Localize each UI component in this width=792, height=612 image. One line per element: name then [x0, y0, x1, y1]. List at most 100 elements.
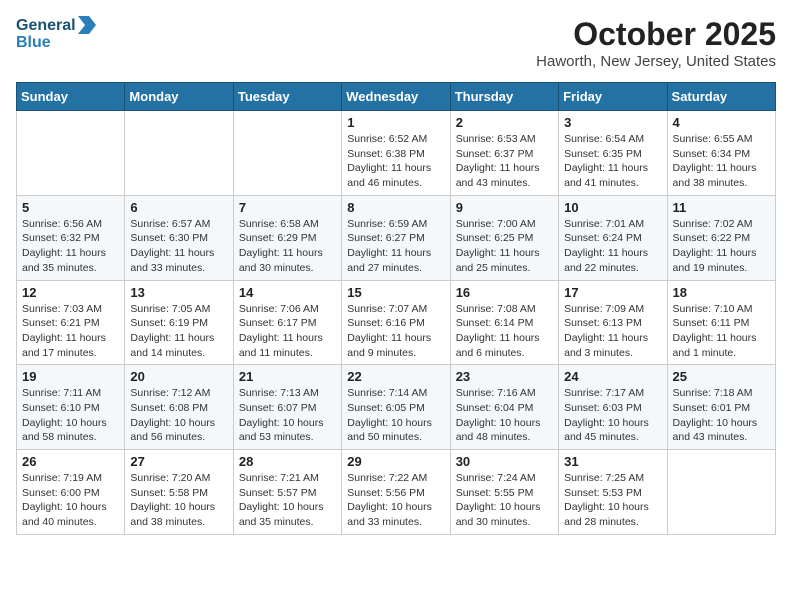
logo-icon [78, 16, 96, 34]
logo-blue: Blue [16, 33, 96, 52]
calendar-cell: 8 Sunrise: 6:59 AM Sunset: 6:27 PM Daylig… [342, 195, 450, 280]
calendar-cell: 21Sunrise: 7:13 AM Sunset: 6:07 PM Dayli… [233, 365, 341, 450]
calendar-week-1: 1Sunrise: 6:52 AM Sunset: 6:38 PM Daylig… [17, 111, 776, 196]
day-number: 23 [456, 369, 553, 384]
day-number: 21 [239, 369, 336, 384]
day-number: 13 [130, 285, 227, 300]
day-number: 30 [456, 454, 553, 469]
day-number: 15 [347, 285, 444, 300]
calendar-cell [125, 111, 233, 196]
calendar-cell: 15 Sunrise: 7:07 AM Sunset: 6:16 PM Dayli… [342, 280, 450, 365]
calendar-cell: 23 Sunrise: 7:16 AM Sunset: 6:04 PM Dayli… [450, 365, 558, 450]
day-detail: Sunrise: 7:16 AM Sunset: 6:04 PM Dayligh… [456, 386, 553, 445]
day-number: 25 [673, 369, 770, 384]
calendar-cell: 10 Sunrise: 7:01 AM Sunset: 6:24 PM Dayli… [559, 195, 667, 280]
calendar-cell: 7 Sunrise: 6:58 AM Sunset: 6:29 PM Daylig… [233, 195, 341, 280]
page-subtitle: Haworth, New Jersey, United States [536, 53, 776, 70]
day-detail: Sunrise: 7:00 AM Sunset: 6:25 PM Dayligh… [456, 217, 553, 276]
day-header-friday: Friday [559, 83, 667, 111]
calendar-cell: 17 Sunrise: 7:09 AM Sunset: 6:13 PM Dayli… [559, 280, 667, 365]
day-detail: Sunrise: 7:08 AM Sunset: 6:14 PM Dayligh… [456, 302, 553, 361]
calendar-cell: 9 Sunrise: 7:00 AM Sunset: 6:25 PM Daylig… [450, 195, 558, 280]
day-detail: Sunrise: 7:12 AM Sunset: 6:08 PM Dayligh… [130, 386, 227, 445]
calendar-cell: 30Sunrise: 7:24 AM Sunset: 5:55 PM Dayli… [450, 450, 558, 535]
day-detail: Sunrise: 7:19 AM Sunset: 6:00 PM Dayligh… [22, 471, 119, 530]
calendar-cell: 26 Sunrise: 7:19 AM Sunset: 6:00 PM Dayli… [17, 450, 125, 535]
day-number: 24 [564, 369, 661, 384]
day-detail: Sunrise: 7:01 AM Sunset: 6:24 PM Dayligh… [564, 217, 661, 276]
day-number: 10 [564, 200, 661, 215]
day-detail: Sunrise: 7:20 AM Sunset: 5:58 PM Dayligh… [130, 471, 227, 530]
day-number: 17 [564, 285, 661, 300]
day-number: 2 [456, 115, 553, 130]
day-number: 5 [22, 200, 119, 215]
day-number: 29 [347, 454, 444, 469]
day-header-thursday: Thursday [450, 83, 558, 111]
calendar-cell [667, 450, 775, 535]
calendar-cell: 12Sunrise: 7:03 AM Sunset: 6:21 PM Dayli… [17, 280, 125, 365]
day-detail: Sunrise: 6:55 AM Sunset: 6:34 PM Dayligh… [673, 132, 770, 191]
logo: General Blue [16, 16, 96, 52]
day-detail: Sunrise: 7:22 AM Sunset: 5:56 PM Dayligh… [347, 471, 444, 530]
day-number: 22 [347, 369, 444, 384]
calendar-cell: 28 Sunrise: 7:21 AM Sunset: 5:57 PM Dayli… [233, 450, 341, 535]
calendar-week-4: 19Sunrise: 7:11 AM Sunset: 6:10 PM Dayli… [17, 365, 776, 450]
day-detail: Sunrise: 6:57 AM Sunset: 6:30 PM Dayligh… [130, 217, 227, 276]
day-number: 18 [673, 285, 770, 300]
calendar-cell: 1Sunrise: 6:52 AM Sunset: 6:38 PM Daylig… [342, 111, 450, 196]
day-header-monday: Monday [125, 83, 233, 111]
day-detail: Sunrise: 7:18 AM Sunset: 6:01 PM Dayligh… [673, 386, 770, 445]
page-title: October 2025 [536, 16, 776, 53]
calendar-cell: 25 Sunrise: 7:18 AM Sunset: 6:01 PM Dayli… [667, 365, 775, 450]
day-number: 26 [22, 454, 119, 469]
day-number: 7 [239, 200, 336, 215]
day-detail: Sunrise: 7:21 AM Sunset: 5:57 PM Dayligh… [239, 471, 336, 530]
calendar-cell: 13Sunrise: 7:05 AM Sunset: 6:19 PM Dayli… [125, 280, 233, 365]
day-detail: Sunrise: 6:54 AM Sunset: 6:35 PM Dayligh… [564, 132, 661, 191]
day-detail: Sunrise: 7:10 AM Sunset: 6:11 PM Dayligh… [673, 302, 770, 361]
calendar-cell: 20 Sunrise: 7:12 AM Sunset: 6:08 PM Dayli… [125, 365, 233, 450]
calendar-cell: 29 Sunrise: 7:22 AM Sunset: 5:56 PM Dayli… [342, 450, 450, 535]
calendar-header-row: SundayMondayTuesdayWednesdayThursdayFrid… [17, 83, 776, 111]
day-detail: Sunrise: 7:06 AM Sunset: 6:17 PM Dayligh… [239, 302, 336, 361]
day-detail: Sunrise: 7:02 AM Sunset: 6:22 PM Dayligh… [673, 217, 770, 276]
day-number: 28 [239, 454, 336, 469]
day-number: 4 [673, 115, 770, 130]
day-detail: Sunrise: 6:59 AM Sunset: 6:27 PM Dayligh… [347, 217, 444, 276]
calendar-cell: 11Sunrise: 7:02 AM Sunset: 6:22 PM Dayli… [667, 195, 775, 280]
day-number: 20 [130, 369, 227, 384]
calendar-cell: 27 Sunrise: 7:20 AM Sunset: 5:58 PM Dayli… [125, 450, 233, 535]
calendar-cell: 19Sunrise: 7:11 AM Sunset: 6:10 PM Dayli… [17, 365, 125, 450]
day-detail: Sunrise: 6:53 AM Sunset: 6:37 PM Dayligh… [456, 132, 553, 191]
day-header-wednesday: Wednesday [342, 83, 450, 111]
calendar-cell: 31 Sunrise: 7:25 AM Sunset: 5:53 PM Dayli… [559, 450, 667, 535]
calendar-cell [17, 111, 125, 196]
calendar-cell [233, 111, 341, 196]
calendar-cell: 6 Sunrise: 6:57 AM Sunset: 6:30 PM Daylig… [125, 195, 233, 280]
day-detail: Sunrise: 7:17 AM Sunset: 6:03 PM Dayligh… [564, 386, 661, 445]
day-number: 27 [130, 454, 227, 469]
day-number: 16 [456, 285, 553, 300]
calendar-cell: 16 Sunrise: 7:08 AM Sunset: 6:14 PM Dayli… [450, 280, 558, 365]
day-detail: Sunrise: 7:07 AM Sunset: 6:16 PM Dayligh… [347, 302, 444, 361]
day-number: 8 [347, 200, 444, 215]
calendar-cell: 4 Sunrise: 6:55 AM Sunset: 6:34 PM Daylig… [667, 111, 775, 196]
day-detail: Sunrise: 6:58 AM Sunset: 6:29 PM Dayligh… [239, 217, 336, 276]
calendar-cell: 3Sunrise: 6:54 AM Sunset: 6:35 PM Daylig… [559, 111, 667, 196]
calendar-cell: 2 Sunrise: 6:53 AM Sunset: 6:37 PM Daylig… [450, 111, 558, 196]
day-header-saturday: Saturday [667, 83, 775, 111]
day-number: 31 [564, 454, 661, 469]
day-detail: Sunrise: 7:09 AM Sunset: 6:13 PM Dayligh… [564, 302, 661, 361]
day-number: 6 [130, 200, 227, 215]
page-header: General Blue October 2025 Haworth, New J… [16, 16, 776, 70]
calendar-table: SundayMondayTuesdayWednesdayThursdayFrid… [16, 82, 776, 535]
calendar-cell: 22Sunrise: 7:14 AM Sunset: 6:05 PM Dayli… [342, 365, 450, 450]
day-detail: Sunrise: 7:11 AM Sunset: 6:10 PM Dayligh… [22, 386, 119, 445]
calendar-week-2: 5Sunrise: 6:56 AM Sunset: 6:32 PM Daylig… [17, 195, 776, 280]
day-number: 9 [456, 200, 553, 215]
calendar-cell: 24 Sunrise: 7:17 AM Sunset: 6:03 PM Dayli… [559, 365, 667, 450]
day-detail: Sunrise: 7:25 AM Sunset: 5:53 PM Dayligh… [564, 471, 661, 530]
title-block: October 2025 Haworth, New Jersey, United… [536, 16, 776, 70]
day-number: 1 [347, 115, 444, 130]
calendar-week-3: 12Sunrise: 7:03 AM Sunset: 6:21 PM Dayli… [17, 280, 776, 365]
